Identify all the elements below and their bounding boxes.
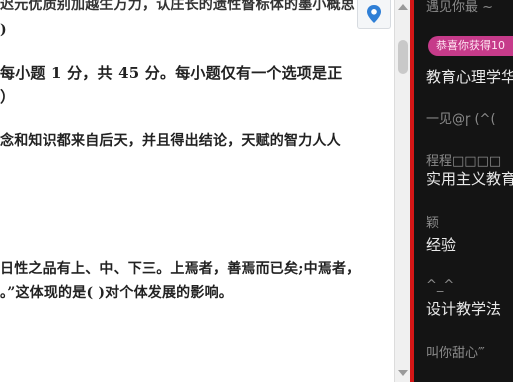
document-text-line: 日性之品有上、中、下三。上焉者，善焉而已矣;中焉者， — [0, 261, 361, 277]
chat-username: 颖 — [426, 216, 440, 231]
map-pin-button[interactable] — [357, 0, 391, 29]
live-chat-panel: 遇见你最 ~ 恭喜你获得10 教育心理学华 一见@ɼ (^( 程程□□□□ 实用主义教育颖… — [414, 0, 513, 382]
scroll-thumb[interactable] — [398, 40, 408, 74]
document-text-line: ) — [0, 22, 7, 38]
chat-username: 叫你甜心‴ — [426, 346, 485, 361]
chat-message: 经验 — [426, 236, 457, 254]
scroll-down-arrow-icon[interactable] — [398, 370, 408, 376]
location-pin-icon — [367, 5, 381, 23]
document-text-line: ） — [0, 88, 16, 106]
document-viewer: 迟元优质别加越生万力，认庄长的遗性督标体的墨小概思) 每小题 1 分，共 45 分… — [0, 0, 394, 382]
document-text-line: 每小题 1 分，共 45 分。每小题仅有一个选项是正 — [0, 64, 343, 82]
chat-username: ^_^ — [426, 278, 455, 293]
document-text-line: 念和知识都来自后天，并且得出结论，天赋的智力人人 — [0, 133, 341, 149]
chat-message: 设计教学法 — [426, 300, 502, 318]
chat-message: 实用主义教育 — [426, 170, 513, 188]
chat-message: 教育心理学华 — [426, 68, 513, 86]
chat-username: 程程□□□□ — [426, 154, 502, 169]
document-scrollbar[interactable] — [394, 0, 411, 382]
scroll-up-arrow-icon[interactable] — [398, 4, 408, 10]
gift-notification-badge: 恭喜你获得10 — [428, 36, 513, 56]
document-text-line: 迟元优质别加越生万力，认庄长的遗性督标体的墨小概思 — [0, 0, 355, 13]
chat-username: 一见@ɼ (^( — [426, 112, 496, 127]
chat-username: 遇见你最 ~ — [426, 0, 494, 15]
document-text-line: 。”这体现的是( )对个体发展的影响。 — [0, 285, 233, 301]
